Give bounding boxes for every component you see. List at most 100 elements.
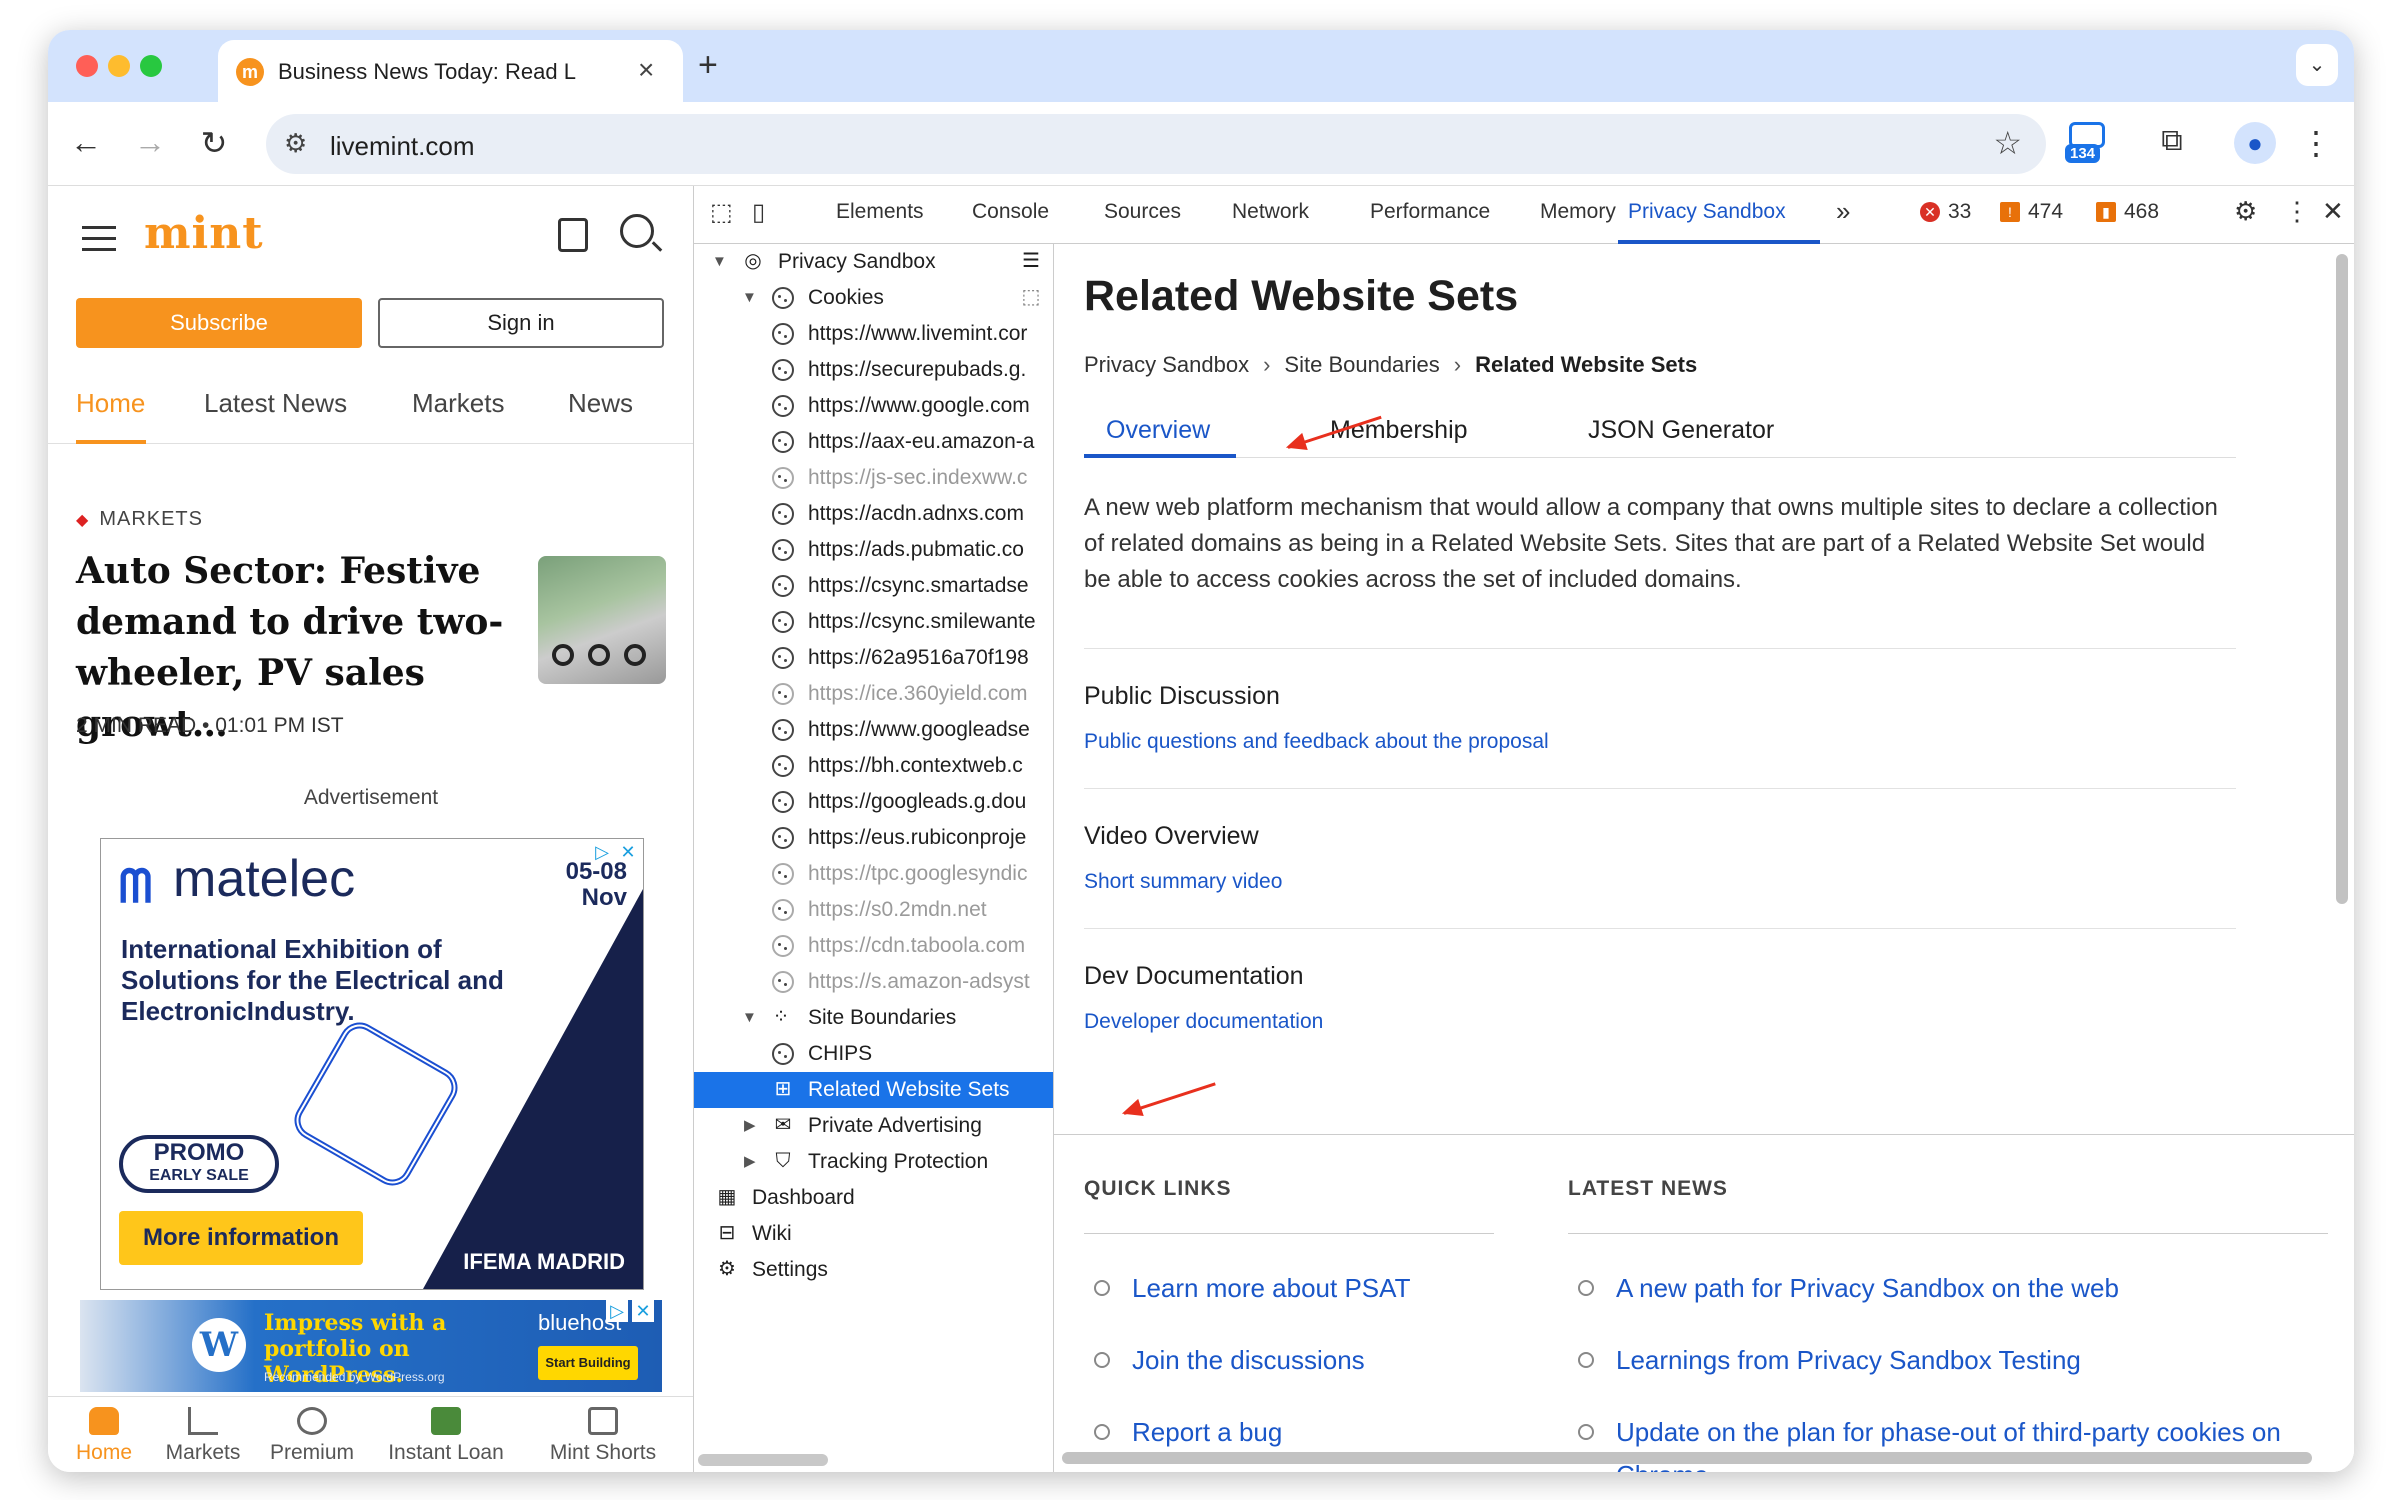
search-icon[interactable] — [620, 214, 654, 248]
extensions-puzzle-icon[interactable]: ⧉ — [2152, 124, 2192, 158]
news-item[interactable]: Learnings from Privacy Sandbox Testing — [1578, 1339, 2336, 1382]
tree-item-cookie-origin[interactable]: https://www.googleadse — [694, 712, 1053, 748]
address-bar[interactable]: ⚙ livemint.com ☆ — [266, 114, 2046, 174]
device-toolbar-icon[interactable]: ▯ — [752, 198, 765, 227]
minimize-window-button[interactable] — [108, 55, 130, 77]
profile-avatar[interactable]: ● — [2234, 122, 2276, 164]
error-count[interactable]: ✕ 33 — [1920, 200, 1971, 224]
tree-item-cookie-origin[interactable]: https://bh.contextweb.c — [694, 748, 1053, 784]
article-category[interactable]: ◆ MARKETS — [76, 508, 203, 531]
tab-network[interactable]: Network — [1232, 200, 1309, 224]
url-text[interactable]: livemint.com — [330, 131, 474, 162]
tree-item-cookie-origin[interactable]: https://ads.pubmatic.co — [694, 532, 1053, 568]
tree-item-cookie-origin[interactable]: https://acdn.adnxs.com — [694, 496, 1053, 532]
nav-markets[interactable]: Markets — [412, 388, 504, 419]
site-info-icon[interactable]: ⚙ — [284, 128, 307, 159]
tree-item-cookie-origin[interactable]: https://js-sec.indexww.c — [694, 460, 1053, 496]
tree-item-cookie-origin[interactable]: https://cdn.taboola.com — [694, 928, 1053, 964]
tree-item-cookie-origin[interactable]: https://csync.smilewante — [694, 604, 1053, 640]
forward-icon[interactable]: → — [130, 124, 170, 161]
nav-home[interactable]: Home — [76, 388, 145, 419]
bottom-nav-mint-shorts[interactable]: Mint Shorts — [528, 1407, 678, 1465]
select-element-icon[interactable]: ⬚ — [1020, 286, 1042, 308]
tab-privacy-sandbox[interactable]: Privacy Sandbox — [1628, 200, 1786, 224]
tree-item-wiki[interactable]: ⊟ Wiki — [694, 1216, 1053, 1252]
issues-count[interactable]: ▮ 468 — [2096, 200, 2159, 224]
tree-item-cookie-origin[interactable]: https://googleads.g.dou — [694, 784, 1053, 820]
horizontal-scrollbar[interactable] — [1062, 1452, 2312, 1464]
breadcrumb-privacy-sandbox[interactable]: Privacy Sandbox — [1084, 352, 1249, 377]
warning-count[interactable]: ! 474 — [2000, 200, 2063, 224]
ad-close-icon[interactable]: ✕ — [617, 841, 639, 863]
tab-console[interactable]: Console — [972, 200, 1049, 224]
wordpress-ad[interactable]: W Impress with a portfolio on WordPress.… — [80, 1300, 662, 1392]
mint-logo[interactable]: mint — [144, 208, 264, 259]
subscribe-button[interactable]: Subscribe — [76, 298, 362, 348]
tree-item-chips[interactable]: CHIPS — [694, 1036, 1053, 1072]
tab-overview[interactable]: Overview — [1106, 416, 1210, 445]
tree-item-cookie-origin[interactable]: https://ice.360yield.com — [694, 676, 1053, 712]
tree-item-related-website-sets[interactable]: ⊞ Related Website Sets — [694, 1072, 1053, 1108]
quick-link-item[interactable]: Learn more about PSAT — [1094, 1267, 1410, 1310]
tree-item-site-boundaries[interactable]: ▼ ⁘ Site Boundaries — [694, 1000, 1053, 1036]
adchoices-icon[interactable]: ▷ — [606, 1300, 628, 1322]
tab-search-icon[interactable]: ⌄ — [2296, 44, 2338, 86]
tab-sources[interactable]: Sources — [1104, 200, 1181, 224]
article-thumbnail[interactable] — [538, 556, 666, 684]
link-dev-documentation[interactable]: Developer documentation — [1084, 1010, 1323, 1034]
ad-more-info-button[interactable]: More information — [119, 1211, 363, 1265]
collapse-sidebar-icon[interactable]: ☰ — [1020, 250, 1042, 272]
maximize-window-button[interactable] — [140, 55, 162, 77]
browser-tab[interactable]: m Business News Today: Read L × — [218, 40, 683, 102]
tree-item-privacy-sandbox[interactable]: ▼ ◎ Privacy Sandbox ☰ — [694, 244, 1053, 280]
tree-item-cookie-origin[interactable]: https://securepubads.g. — [694, 352, 1053, 388]
tree-item-cookies[interactable]: ▼ Cookies ⬚ — [694, 280, 1053, 316]
tree-item-cookie-origin[interactable]: https://tpc.googlesyndic — [694, 856, 1053, 892]
tree-item-cookie-origin[interactable]: https://csync.smartadse — [694, 568, 1053, 604]
back-icon[interactable]: ← — [66, 124, 106, 161]
tree-item-settings[interactable]: ⚙ Settings — [694, 1252, 1053, 1288]
breadcrumb-site-boundaries[interactable]: Site Boundaries — [1284, 352, 1439, 377]
bottom-nav-premium[interactable]: Premium — [264, 1407, 360, 1465]
ad-close-icon[interactable]: ✕ — [632, 1300, 654, 1322]
devtools-settings-icon[interactable]: ⚙ — [2234, 196, 2257, 227]
quick-link-item[interactable]: Join the discussions — [1094, 1339, 1365, 1382]
tree-item-cookie-origin[interactable]: https://www.google.com — [694, 388, 1053, 424]
tree-item-cookie-origin[interactable]: https://www.livemint.cor — [694, 316, 1053, 352]
close-tab-icon[interactable]: × — [638, 54, 654, 86]
new-tab-icon[interactable]: + — [698, 46, 718, 85]
tree-item-cookie-origin[interactable]: https://s0.2mdn.net — [694, 892, 1053, 928]
tree-horizontal-scrollbar[interactable] — [698, 1454, 828, 1466]
matelec-ad[interactable]: ᗰ matelec 05-08 Nov ▷ ✕ International Exh… — [100, 838, 644, 1290]
bookmark-star-icon[interactable]: ☆ — [1993, 124, 2022, 162]
inspect-element-icon[interactable]: ⬚ — [710, 198, 733, 227]
ad2-cta-button[interactable]: Start Building — [538, 1346, 638, 1380]
bottom-nav-instant-loan[interactable]: Instant Loan — [378, 1407, 514, 1465]
link-video-overview[interactable]: Short summary video — [1084, 870, 1282, 894]
tab-elements[interactable]: Elements — [836, 200, 924, 224]
nav-news[interactable]: News — [568, 388, 633, 419]
bottom-nav-markets[interactable]: Markets — [158, 1407, 248, 1465]
close-window-button[interactable] — [76, 55, 98, 77]
tree-item-private-advertising[interactable]: ▶ ✉ Private Advertising — [694, 1108, 1053, 1144]
reload-icon[interactable]: ↻ — [194, 124, 234, 162]
browser-menu-icon[interactable]: ⋮ — [2296, 124, 2336, 162]
hamburger-menu-icon[interactable] — [82, 226, 116, 259]
tab-json-generator[interactable]: JSON Generator — [1588, 416, 1774, 445]
news-item[interactable]: A new path for Privacy Sandbox on the we… — [1578, 1267, 2336, 1310]
vertical-scrollbar[interactable] — [2336, 254, 2348, 904]
tab-performance[interactable]: Performance — [1370, 200, 1490, 224]
tree-item-tracking-protection[interactable]: ▶ ⛉ Tracking Protection — [694, 1144, 1053, 1180]
epaper-icon[interactable] — [558, 218, 588, 252]
link-public-discussion[interactable]: Public questions and feedback about the … — [1084, 730, 1549, 754]
adchoices-icon[interactable]: ▷ — [591, 841, 613, 863]
tree-item-cookie-origin[interactable]: https://aax-eu.amazon-a — [694, 424, 1053, 460]
tab-membership[interactable]: Membership — [1330, 416, 1468, 445]
sign-in-button[interactable]: Sign in — [378, 298, 664, 348]
tab-memory[interactable]: Memory — [1540, 200, 1616, 224]
bottom-nav-home[interactable]: Home — [66, 1407, 142, 1465]
devtools-close-icon[interactable]: ✕ — [2322, 196, 2344, 227]
tree-item-dashboard[interactable]: ▦ Dashboard — [694, 1180, 1053, 1216]
extension-icon[interactable]: 134 — [2065, 120, 2109, 164]
tree-item-cookie-origin[interactable]: https://62a9516a70f198 — [694, 640, 1053, 676]
